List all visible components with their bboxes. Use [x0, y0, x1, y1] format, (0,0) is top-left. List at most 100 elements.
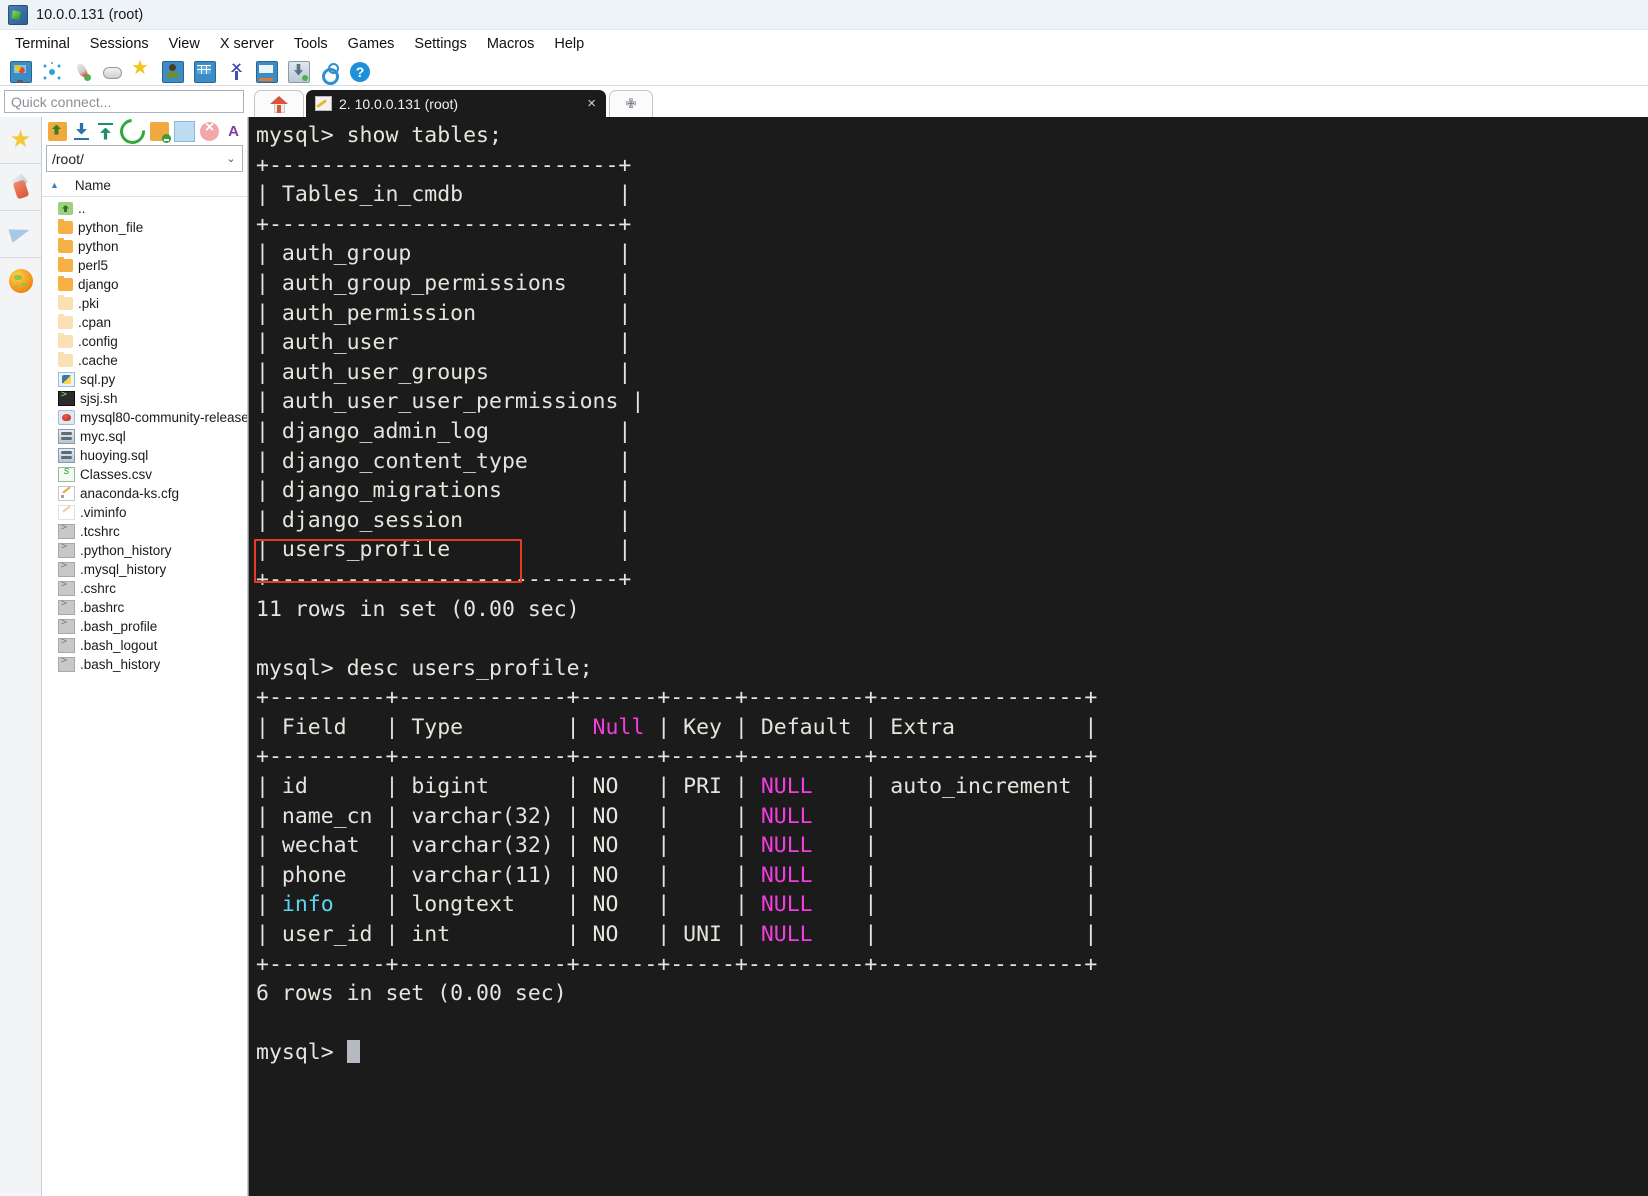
terminal-line: | django_content_type |	[256, 448, 632, 474]
new-tab-button[interactable]: ✙	[609, 90, 653, 117]
help-question-icon[interactable]	[350, 61, 370, 82]
list-item[interactable]: .cpan	[42, 313, 247, 332]
menu-view[interactable]: View	[159, 33, 210, 55]
window-title: 10.0.0.131 (root)	[36, 6, 144, 23]
list-item[interactable]: .viminfo	[42, 503, 247, 522]
menu-tools[interactable]: Tools	[284, 33, 338, 55]
upload-file-icon[interactable]	[96, 122, 115, 141]
new-file-icon[interactable]	[174, 120, 195, 142]
list-item[interactable]: myc.sql	[42, 427, 247, 446]
sidebar-item-tools[interactable]	[0, 164, 41, 211]
list-item[interactable]: django	[42, 275, 247, 294]
delete-icon[interactable]	[200, 119, 219, 141]
file-name: ..	[78, 201, 86, 216]
list-item[interactable]: anaconda-ks.cfg	[42, 484, 247, 503]
terminal-line: | auth_group |	[256, 241, 632, 267]
left-panel: Quick connect... ★ × A /root/ ⌄ ▲ Name .…	[0, 86, 248, 1196]
list-item[interactable]: .bash_logout	[42, 636, 247, 655]
file-name: .bashrc	[80, 600, 125, 615]
sidebar-item-macros[interactable]	[0, 258, 41, 304]
list-item[interactable]: .pki	[42, 294, 247, 313]
tunnel-fork-icon[interactable]	[226, 62, 246, 82]
list-item[interactable]: .bashrc	[42, 598, 247, 617]
star-favorites-icon[interactable]	[131, 58, 152, 82]
list-item[interactable]: .python_history	[42, 541, 247, 560]
list-item[interactable]: mysql80-community-release-(	[42, 408, 247, 427]
session-monitor-icon[interactable]	[10, 60, 32, 83]
file-name: .pki	[78, 296, 100, 311]
shell-hidden-icon	[58, 579, 75, 596]
new-folder-icon[interactable]	[150, 121, 171, 143]
terminal-prompt: mysql>	[256, 1040, 360, 1065]
menu-terminal[interactable]: Terminal	[5, 33, 80, 55]
file-list-header[interactable]: ▲ Name	[42, 174, 247, 197]
user-session-icon[interactable]	[162, 60, 184, 83]
list-item[interactable]: .config	[42, 332, 247, 351]
settings-gear-icon[interactable]	[320, 62, 340, 85]
menu-x-server[interactable]: X server	[210, 33, 284, 55]
terminal-row: | id | bigint | NO | PRI | NULL | auto_i…	[256, 774, 1098, 800]
terminal-row: | wechat | varchar(32) | NO | | NULL | |	[256, 833, 1098, 859]
tab-label: 2. 10.0.0.131 (root)	[339, 95, 459, 112]
shell-script-icon	[58, 389, 75, 406]
list-item[interactable]: .cshrc	[42, 579, 247, 598]
path-combobox[interactable]: /root/ ⌄	[46, 145, 243, 172]
menu-bar: Terminal Sessions View X server Tools Ga…	[0, 30, 1648, 58]
menu-macros[interactable]: Macros	[477, 33, 545, 55]
python-file-icon	[58, 372, 75, 387]
list-item[interactable]: .bash_history	[42, 655, 247, 674]
menu-help[interactable]: Help	[544, 33, 594, 55]
file-list[interactable]: .. python_file python perl5 django .pki …	[42, 197, 247, 1196]
sidebar-item-favorites[interactable]: ★	[0, 117, 41, 164]
folder-icon	[58, 257, 73, 272]
menu-sessions[interactable]: Sessions	[80, 33, 159, 55]
sql-file-icon	[58, 429, 75, 444]
quick-connect-input[interactable]: Quick connect...	[4, 90, 244, 113]
list-item[interactable]: .cache	[42, 351, 247, 370]
terminal-text: mysql> show tables; +-------------------…	[252, 121, 1648, 1068]
menu-settings[interactable]: Settings	[404, 33, 476, 55]
refresh-icon[interactable]	[114, 113, 151, 149]
go-up-folder-icon[interactable]	[48, 121, 67, 141]
close-icon[interactable]: ×	[587, 95, 596, 112]
list-item[interactable]: python	[42, 237, 247, 256]
folder-hidden-icon	[58, 314, 73, 329]
file-name: .bash_profile	[80, 619, 158, 634]
sql-file-icon	[58, 448, 75, 463]
mobaxterm-window: 10.0.0.131 (root) Terminal Sessions View…	[0, 0, 1648, 1196]
list-item[interactable]: .bash_profile	[42, 617, 247, 636]
swiss-knife-icon	[11, 175, 31, 199]
menu-games[interactable]: Games	[338, 33, 405, 55]
terminal-line: | users_profile |	[256, 537, 632, 563]
list-item[interactable]: perl5	[42, 256, 247, 275]
list-item[interactable]: python_file	[42, 218, 247, 237]
gamepad-icon[interactable]	[102, 62, 122, 82]
side-tab-strip: ★	[0, 117, 42, 1196]
list-item[interactable]: ..	[42, 199, 247, 218]
sidebar-item-sftp[interactable]	[0, 211, 41, 258]
list-item[interactable]: .tcshrc	[42, 522, 247, 541]
chevron-down-icon[interactable]: ⌄	[220, 152, 242, 165]
new-tab-icon: ✙	[625, 96, 637, 111]
list-item[interactable]: Classes.csv	[42, 465, 247, 484]
list-item[interactable]: sjsj.sh	[42, 389, 247, 408]
terminal-icon[interactable]	[256, 60, 278, 83]
list-item[interactable]: .mysql_history	[42, 560, 247, 579]
terminal-line: | Tables_in_cmdb |	[256, 182, 632, 208]
home-icon	[269, 95, 289, 113]
download-icon[interactable]	[288, 60, 310, 83]
split-view-icon[interactable]	[194, 60, 216, 83]
tab-session-1[interactable]: 2. 10.0.0.131 (root) ×	[306, 90, 606, 117]
tab-home[interactable]	[254, 90, 304, 117]
rocket-launch-icon[interactable]	[72, 62, 92, 82]
terminal-line: +---------+-------------+------+-----+--…	[256, 685, 1098, 711]
shell-hidden-icon	[58, 560, 75, 577]
terminal-line: | django_admin_log |	[256, 418, 632, 444]
list-item[interactable]: sql.py	[42, 370, 247, 389]
file-name: .bash_logout	[80, 638, 158, 653]
download-file-icon[interactable]	[72, 122, 91, 141]
list-item[interactable]: huoying.sql	[42, 446, 247, 465]
text-mode-icon[interactable]: A	[224, 122, 243, 141]
terminal-output[interactable]: mysql> show tables; +-------------------…	[248, 117, 1648, 1196]
network-nodes-icon[interactable]	[42, 62, 62, 82]
